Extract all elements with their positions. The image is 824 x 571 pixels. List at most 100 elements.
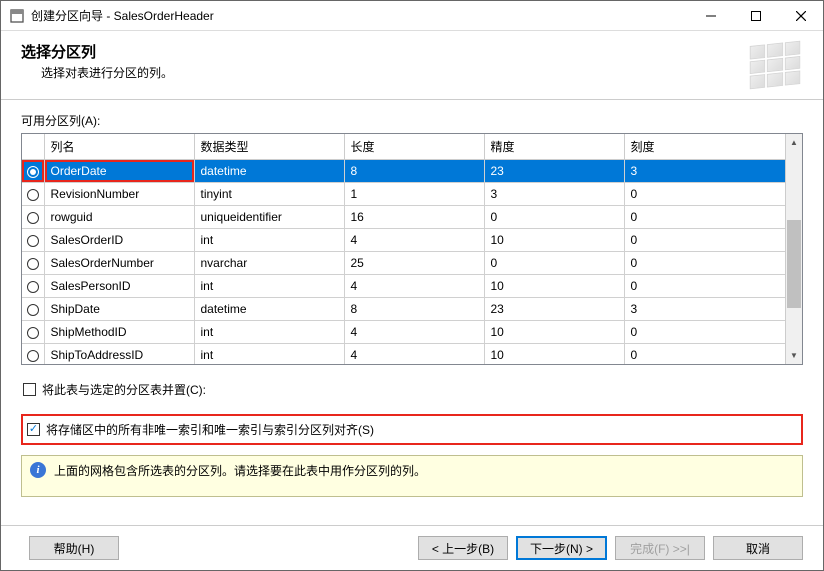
- window-title: 创建分区向导 - SalesOrderHeader: [31, 7, 688, 24]
- row-radio-cell[interactable]: [22, 344, 44, 365]
- columns-table: 列名 数据类型 长度 精度 刻度 OrderDatedatetime8233Re…: [22, 134, 785, 364]
- row-radio[interactable]: [27, 235, 39, 247]
- row-radio[interactable]: [27, 212, 39, 224]
- cell-precision: 0: [484, 252, 624, 275]
- cell-name: ShipToAddressID: [44, 344, 194, 365]
- table-row[interactable]: RevisionNumbertinyint130: [22, 183, 785, 206]
- cell-type: tinyint: [194, 183, 344, 206]
- row-radio-cell[interactable]: [22, 298, 44, 321]
- align-checkbox[interactable]: ✓: [27, 423, 40, 436]
- header-select[interactable]: [22, 134, 44, 160]
- scroll-track[interactable]: [786, 151, 802, 347]
- cell-type: int: [194, 275, 344, 298]
- row-radio-cell[interactable]: [22, 183, 44, 206]
- minimize-button[interactable]: [688, 1, 733, 30]
- cell-scale: 0: [624, 321, 785, 344]
- cell-precision: 10: [484, 229, 624, 252]
- cell-length: 4: [344, 321, 484, 344]
- row-radio-cell[interactable]: [22, 206, 44, 229]
- scroll-up-arrow[interactable]: ▲: [786, 134, 802, 151]
- header-name[interactable]: 列名: [44, 134, 194, 160]
- cell-type: datetime: [194, 298, 344, 321]
- window-titlebar: 创建分区向导 - SalesOrderHeader: [1, 1, 823, 31]
- cell-name: RevisionNumber: [44, 183, 194, 206]
- cell-type: int: [194, 344, 344, 365]
- row-radio-cell[interactable]: [22, 252, 44, 275]
- scroll-thumb[interactable]: [787, 220, 801, 308]
- cell-precision: 23: [484, 160, 624, 183]
- cell-length: 8: [344, 160, 484, 183]
- table-row[interactable]: rowguiduniqueidentifier1600: [22, 206, 785, 229]
- row-radio-cell[interactable]: [22, 321, 44, 344]
- next-button[interactable]: 下一步(N) >: [516, 536, 607, 560]
- help-button[interactable]: 帮助(H): [29, 536, 119, 560]
- header-type[interactable]: 数据类型: [194, 134, 344, 160]
- cell-length: 16: [344, 206, 484, 229]
- cell-scale: 0: [624, 252, 785, 275]
- cancel-button[interactable]: 取消: [713, 536, 803, 560]
- row-radio[interactable]: [27, 189, 39, 201]
- table-row[interactable]: SalesOrderNumbernvarchar2500: [22, 252, 785, 275]
- back-button[interactable]: < 上一步(B): [418, 536, 508, 560]
- cell-scale: 3: [624, 298, 785, 321]
- align-row[interactable]: ✓ 将存储区中的所有非唯一索引和唯一索引与索引分区列对齐(S): [21, 414, 803, 445]
- vertical-scrollbar[interactable]: ▲ ▼: [785, 134, 802, 364]
- cell-name: ShipMethodID: [44, 321, 194, 344]
- finish-button: 完成(F) >>|: [615, 536, 705, 560]
- cell-length: 8: [344, 298, 484, 321]
- row-radio-cell[interactable]: [22, 229, 44, 252]
- cell-length: 4: [344, 229, 484, 252]
- colocate-row[interactable]: 将此表与选定的分区表并置(C):: [21, 377, 803, 402]
- cell-scale: 0: [624, 344, 785, 365]
- window-controls: [688, 1, 823, 30]
- table-row[interactable]: SalesOrderIDint4100: [22, 229, 785, 252]
- header-scale[interactable]: 刻度: [624, 134, 785, 160]
- row-radio[interactable]: [27, 166, 39, 178]
- cell-precision: 10: [484, 321, 624, 344]
- scroll-down-arrow[interactable]: ▼: [786, 347, 802, 364]
- content-area: 可用分区列(A): 列名 数据类型 长度 精度 刻度 OrderDa: [1, 100, 823, 525]
- row-radio[interactable]: [27, 304, 39, 316]
- table-row[interactable]: OrderDatedatetime8233: [22, 160, 785, 183]
- cell-name: SalesOrderID: [44, 229, 194, 252]
- page-subtitle: 选择对表进行分区的列。: [41, 64, 747, 81]
- table-header-row: 列名 数据类型 长度 精度 刻度: [22, 134, 785, 160]
- cell-scale: 0: [624, 229, 785, 252]
- table-row[interactable]: ShipToAddressIDint4100: [22, 344, 785, 365]
- wizard-header: 选择分区列 选择对表进行分区的列。: [1, 31, 823, 100]
- cell-name: SalesPersonID: [44, 275, 194, 298]
- cell-precision: 0: [484, 206, 624, 229]
- cell-length: 4: [344, 344, 484, 365]
- header-precision[interactable]: 精度: [484, 134, 624, 160]
- table-row[interactable]: SalesPersonIDint4100: [22, 275, 785, 298]
- row-radio-cell[interactable]: [22, 275, 44, 298]
- wizard-footer: 帮助(H) < 上一步(B) 下一步(N) > 完成(F) >>| 取消: [1, 525, 823, 570]
- row-radio[interactable]: [27, 281, 39, 293]
- cell-length: 4: [344, 275, 484, 298]
- cell-scale: 0: [624, 206, 785, 229]
- cell-name: ShipDate: [44, 298, 194, 321]
- row-radio-cell[interactable]: [22, 160, 44, 183]
- page-title: 选择分区列: [21, 41, 747, 62]
- cell-type: int: [194, 229, 344, 252]
- cell-name: SalesOrderNumber: [44, 252, 194, 275]
- header-length[interactable]: 长度: [344, 134, 484, 160]
- app-icon: [9, 8, 25, 24]
- cell-type: datetime: [194, 160, 344, 183]
- cell-name: OrderDate: [44, 160, 194, 183]
- cell-precision: 10: [484, 275, 624, 298]
- info-icon: i: [30, 462, 46, 478]
- close-button[interactable]: [778, 1, 823, 30]
- cell-scale: 3: [624, 160, 785, 183]
- row-radio[interactable]: [27, 258, 39, 270]
- row-radio[interactable]: [27, 327, 39, 339]
- columns-label: 可用分区列(A):: [21, 112, 803, 129]
- maximize-button[interactable]: [733, 1, 778, 30]
- table-row[interactable]: ShipDatedatetime8233: [22, 298, 785, 321]
- colocate-checkbox[interactable]: [23, 383, 36, 396]
- colocate-label: 将此表与选定的分区表并置(C):: [42, 381, 206, 398]
- cell-type: nvarchar: [194, 252, 344, 275]
- row-radio[interactable]: [27, 350, 39, 362]
- cell-precision: 10: [484, 344, 624, 365]
- table-row[interactable]: ShipMethodIDint4100: [22, 321, 785, 344]
